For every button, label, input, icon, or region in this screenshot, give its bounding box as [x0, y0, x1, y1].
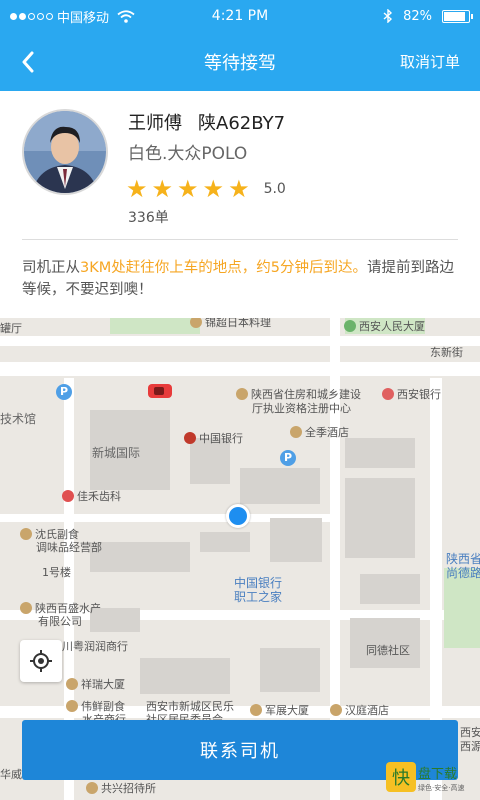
- locate-me-button[interactable]: [20, 640, 62, 682]
- car-model: 白色.大众POLO: [128, 144, 248, 164]
- poi-icon: [190, 318, 202, 328]
- map-building: [140, 658, 230, 694]
- star-icon: ★: [177, 175, 199, 203]
- star-icon: ★: [228, 175, 250, 203]
- map-label: 祥瑞大厦: [66, 676, 125, 692]
- map-label: 全季酒店: [290, 424, 349, 440]
- bank-icon: [184, 432, 196, 444]
- my-location-marker: [226, 504, 250, 528]
- shop-icon: [20, 528, 32, 540]
- driver-rating: ★ ★ ★ ★ ★ 5.0: [126, 177, 286, 201]
- shop-icon: [66, 700, 78, 712]
- map-label: 佳禾齿科: [62, 488, 121, 504]
- status-bar: 中国移动 4:21 PM 82%: [0, 0, 480, 32]
- poi-icon: [344, 320, 356, 332]
- map-building: [360, 574, 420, 604]
- map-label: 职工之家: [234, 590, 283, 604]
- star-icon: ★: [126, 175, 148, 203]
- message-text: 司机正从: [22, 260, 80, 276]
- map-label: 罐厅: [0, 322, 22, 335]
- map-label: 1号楼: [42, 566, 71, 579]
- clinic-icon: [62, 490, 74, 502]
- map-label: 有限公司: [38, 615, 82, 628]
- star-icon: ★: [151, 175, 174, 203]
- hotel-icon: [290, 426, 302, 438]
- map-building: [200, 532, 250, 552]
- driver-name: 王师傅: [128, 113, 182, 134]
- watermark-logo: 快 盘下载 绿色·安全·高速: [386, 762, 464, 792]
- driver-avatar[interactable]: [22, 109, 108, 195]
- map-label: 中国银行: [184, 430, 243, 446]
- map-label: 技术馆: [0, 412, 37, 426]
- top-bar: 中国移动 4:21 PM 82% 等待接驾 取消订单: [0, 0, 480, 91]
- map-label: 华威: [0, 768, 22, 781]
- map-label: 厅执业资格注册中心: [252, 402, 351, 415]
- crosshair-icon: [30, 650, 52, 672]
- svg-text:绿色·安全·高速: 绿色·安全·高速: [418, 783, 464, 792]
- rating-score: 5.0: [263, 181, 286, 197]
- driver-name-row: 王师傅 陕A62BY7: [128, 109, 285, 135]
- nav-bar: 等待接驾 取消订单: [0, 32, 480, 91]
- map-building: [240, 468, 320, 504]
- map-park: [110, 318, 200, 334]
- license-plate: 陕A62BY7: [198, 113, 286, 134]
- map-building: [90, 542, 190, 572]
- parking-icon: P: [56, 384, 72, 400]
- building-icon: [250, 704, 262, 716]
- bank-icon: [382, 388, 394, 400]
- map-label: 汉庭酒店: [330, 702, 389, 718]
- clock: 4:21 PM: [211, 8, 269, 24]
- star-icon: ★: [202, 175, 225, 203]
- driver-card: 王师傅 陕A62BY7 白色.大众POLO ★ ★ ★ ★ ★ 5.0 336单…: [0, 91, 480, 318]
- divider: [22, 239, 458, 240]
- parking-icon: P: [280, 450, 296, 466]
- battery-icon: [442, 9, 473, 23]
- map-label: 西安银行: [382, 386, 441, 402]
- map-building: [345, 438, 415, 468]
- driver-photo: [24, 111, 106, 193]
- map-road: [0, 362, 480, 376]
- chevron-left-icon: [22, 51, 34, 72]
- map-label: 新城国际: [92, 446, 141, 460]
- poi-icon: [236, 388, 248, 400]
- cancel-order-button[interactable]: 取消订单: [400, 51, 460, 72]
- map-label: 尚德路: [446, 566, 480, 580]
- message-highlight: 3KM处赶往你上车的地点，约5分钟后到达。: [80, 260, 367, 276]
- map-label: 军展大厦: [250, 702, 309, 718]
- shop-icon: [20, 602, 32, 614]
- back-button[interactable]: [0, 32, 56, 91]
- driver-car-marker[interactable]: [148, 384, 172, 398]
- map-label: 东新街: [430, 346, 463, 359]
- map-label: 川粤润润商行: [62, 640, 128, 653]
- building-icon: [66, 678, 78, 690]
- svg-text:盘下载: 盘下载: [418, 766, 457, 782]
- hotel-icon: [86, 782, 98, 794]
- map-road: [0, 336, 480, 346]
- hotel-icon: [330, 704, 342, 716]
- map-label: 调味品经营部: [36, 541, 102, 554]
- arrival-message: 司机正从3KM处赶往你上车的地点，约5分钟后到达。请提前到路边等候，不要迟到噢！: [22, 257, 458, 301]
- map-label: 共兴招待所: [86, 780, 156, 796]
- map-label: 同德社区: [366, 644, 410, 657]
- map-building: [345, 478, 415, 558]
- map-label: 西安人民大厦: [344, 318, 425, 334]
- map-building: [260, 648, 320, 692]
- map-label: 锦超日本料理: [190, 318, 271, 330]
- order-count: 336单: [128, 210, 169, 226]
- map-building: [270, 518, 322, 562]
- svg-text:快: 快: [392, 768, 410, 789]
- map-label: 西源: [460, 740, 480, 753]
